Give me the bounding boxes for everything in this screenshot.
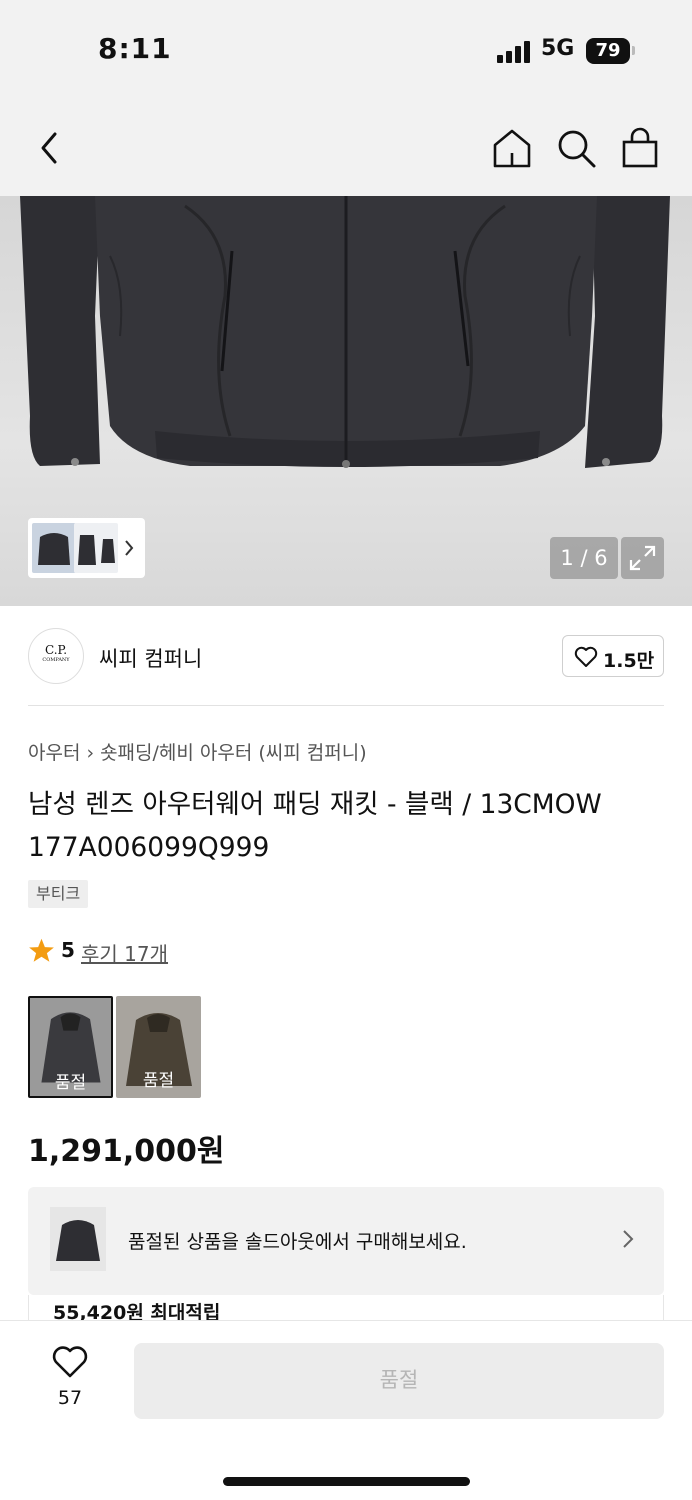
heart-icon [574,646,598,667]
brand-like-count: 1.5만 [603,650,655,672]
option-soldout-label: 품절 [54,1073,87,1093]
thumbnail-2[interactable] [74,523,100,573]
status-bar: 8:11 5G 79 [0,0,692,100]
rating-score: 5 [61,938,75,962]
product-image-gallery[interactable]: 1 / 6 [0,196,692,606]
top-nav [0,100,692,196]
color-option-black[interactable]: 품절 [28,996,113,1098]
status-time: 8:11 [98,32,172,65]
thumbnail-1[interactable] [32,523,76,573]
heart-icon [52,1346,88,1378]
expand-icon[interactable] [621,537,664,579]
star-icon [29,938,54,962]
brand-name[interactable]: 씨피 컴퍼니 [99,643,202,673]
image-counter: 1 / 6 [550,537,618,579]
brand-logo[interactable]: C.P. COMPANY [28,628,84,684]
chevron-right-icon[interactable] [123,539,135,557]
home-icon[interactable] [490,126,534,170]
bottom-action-bar: 57 품절 [0,1320,692,1500]
chevron-right-icon [623,1230,634,1248]
divider [28,705,664,706]
wishlist-count: 57 [57,1387,83,1409]
home-indicator[interactable] [223,1477,470,1486]
option-soldout-label: 품절 [142,1071,175,1091]
wishlist-button[interactable]: 57 [40,1345,100,1409]
network-type: 5G [541,36,575,61]
battery-cap [632,46,635,55]
soldout-product-thumbnail [50,1207,106,1271]
boutique-tag: 부티크 [28,880,89,908]
search-icon[interactable] [554,126,598,170]
battery-icon: 79 [586,38,630,64]
product-price: 1,291,000원 [28,1134,225,1169]
review-link[interactable]: 후기 17개 [81,938,168,967]
back-icon[interactable] [28,126,72,170]
product-title: 남성 렌즈 아우터웨어 패딩 재킷 - 블랙 / 13CMOW 177A0060… [28,789,602,863]
buy-button[interactable]: 품절 [134,1343,664,1419]
soldout-banner[interactable]: 품절된 상품을 솔드아웃에서 구매해보세요. [28,1187,664,1295]
breadcrumb-level1[interactable]: 아우터 [28,742,80,764]
breadcrumb-level2[interactable]: 숏패딩/헤비 아우터 (씨피 컴퍼니) [100,742,367,764]
brand-row[interactable]: C.P. COMPANY 씨피 컴퍼니 1.5만 [28,628,664,684]
thumbnail-strip[interactable] [28,518,145,578]
thumbnail-3[interactable] [98,523,118,573]
color-option-brown[interactable]: 품절 [116,996,201,1098]
breadcrumb: 아우터 › 숏패딩/헤비 아우터 (씨피 컴퍼니) [28,738,367,765]
shopping-bag-icon[interactable] [618,126,662,170]
signal-icon [497,41,531,63]
brand-like-button[interactable]: 1.5만 [562,635,664,677]
chevron-right-icon: › [86,742,95,764]
soldout-banner-text: 품절된 상품을 솔드아웃에서 구매해보세요. [128,1231,467,1253]
